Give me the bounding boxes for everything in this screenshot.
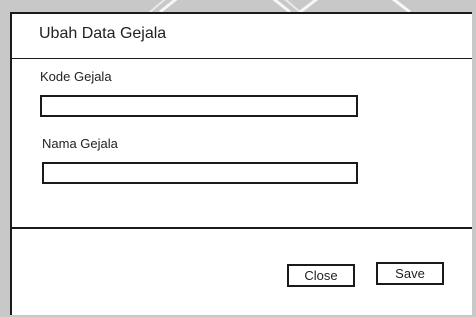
save-button[interactable]: Save (376, 262, 444, 285)
dialog-title: Ubah Data Gejala (39, 25, 167, 42)
dialog-footer: Close Save (12, 227, 472, 317)
kode-gejala-input[interactable] (40, 95, 358, 117)
edit-symptom-dialog: Ubah Data Gejala Kode Gejala Nama Gejala… (10, 12, 472, 315)
dialog-body: Kode Gejala Nama Gejala (12, 59, 472, 227)
nama-gejala-input[interactable] (42, 162, 358, 184)
kode-gejala-label: Kode Gejala (40, 69, 112, 84)
close-button[interactable]: Close (287, 264, 355, 287)
nama-gejala-label: Nama Gejala (42, 136, 118, 151)
dialog-header: Ubah Data Gejala (12, 14, 472, 59)
